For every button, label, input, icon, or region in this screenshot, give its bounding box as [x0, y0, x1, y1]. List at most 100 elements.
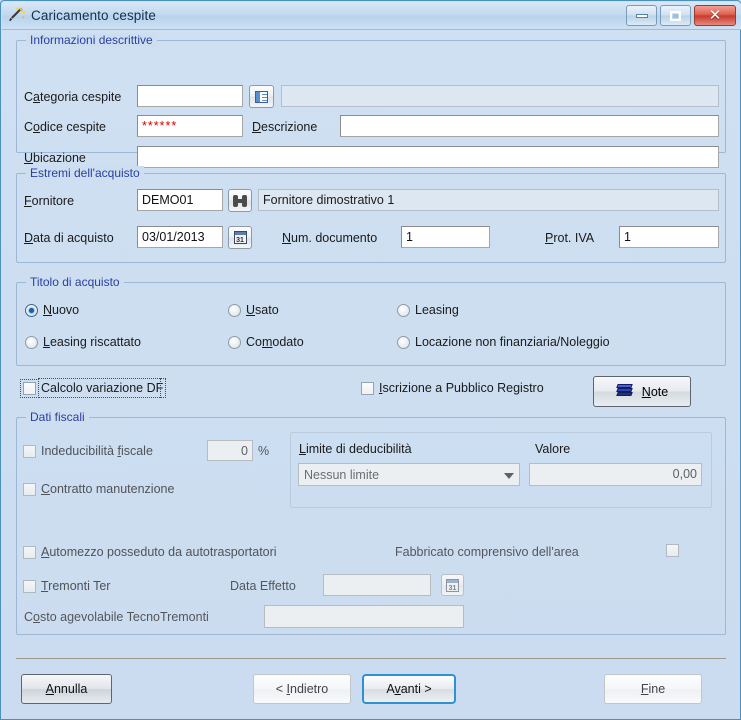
group-legend-descriptive: Informazioni descrittive	[26, 33, 157, 47]
calendar-icon: 31	[233, 231, 247, 244]
fine-button-label: Fine	[640, 682, 666, 696]
checkbox-label-calcolo-variazione-df: Calcolo variazione DF	[37, 378, 167, 398]
codice-cespite-input[interactable]: ******	[137, 115, 243, 137]
label-percent-sign: %	[258, 444, 270, 458]
checkbox-box-automezzo	[23, 545, 36, 559]
fornitore-input[interactable]: DEMO01	[137, 189, 223, 211]
avanti-button-label: Avanti >	[386, 682, 432, 696]
checkbox-contratto-manutenzione[interactable]: Contratto manutenzione	[23, 482, 174, 496]
label-fornitore: Fornitore	[24, 194, 75, 208]
books-stack-icon	[616, 384, 633, 399]
indietro-button-label: < Indietro	[275, 682, 329, 696]
label-descrizione: Descrizione	[252, 120, 318, 134]
footer-separator	[16, 658, 726, 659]
chevron-down-icon	[504, 472, 514, 479]
radio-dot-usato	[228, 303, 241, 317]
list-icon	[255, 90, 268, 103]
group-legend-fiscal: Dati fiscali	[26, 410, 89, 424]
fornitore-description: Fornitore dimostrativo 1	[258, 189, 719, 211]
checkbox-box-contratto-manutenzione	[23, 482, 36, 496]
maximize-icon	[670, 10, 681, 21]
categoria-cespite-input[interactable]	[137, 85, 243, 107]
limite-deducibilita-value: Nessun limite	[304, 467, 380, 482]
caricamento-cespite-window: Caricamento cespite ✕ Informazioni descr…	[0, 0, 741, 720]
label-valore: Valore	[535, 442, 571, 456]
checkbox-tremonti-ter[interactable]: Tremonti Ter	[23, 579, 110, 593]
data-acquisto-input[interactable]: 03/01/2013	[137, 226, 223, 248]
checkbox-box-fabbricato	[666, 544, 679, 557]
indietro-button[interactable]: < Indietro	[253, 674, 351, 704]
group-legend-purchase: Estremi dell'acquisto	[26, 166, 144, 180]
checkbox-calcolo-variazione-df[interactable]: Calcolo variazione DF	[20, 378, 167, 398]
radio-dot-comodato	[228, 335, 241, 349]
data-effetto-calendar-button[interactable]: 31	[441, 574, 464, 596]
checkbox-box-indeducibilita	[23, 444, 36, 458]
radio-usato[interactable]: Usato	[228, 303, 279, 317]
annulla-button[interactable]: Annulla	[21, 674, 112, 704]
checkbox-label-automezzo: Automezzo posseduto da autotrasportatori	[41, 545, 277, 559]
label-prot-iva: Prot. IVA	[545, 231, 595, 245]
ubicazione-input[interactable]	[137, 146, 719, 168]
radio-label-nuovo: Nuovo	[43, 303, 80, 317]
close-button[interactable]: ✕	[694, 5, 736, 26]
annulla-button-label: Annulla	[45, 682, 88, 696]
maximize-button[interactable]	[660, 5, 691, 26]
label-codice-cespite: Codice cespite	[24, 120, 106, 134]
limite-deducibilita-select[interactable]: Nessun limite	[298, 463, 520, 486]
indeducibilita-percent-input[interactable]: 0	[207, 440, 253, 461]
radio-locazione-non-finanziaria[interactable]: Locazione non finanziaria/Noleggio	[397, 335, 610, 349]
group-estremi-acquisto: Estremi dell'acquisto	[16, 166, 726, 263]
categoria-lookup-button[interactable]	[249, 85, 274, 108]
label-data-acquisto: Data di acquisto	[24, 231, 114, 245]
radio-leasing[interactable]: Leasing	[397, 303, 459, 317]
radio-nuovo[interactable]: Nuovo	[25, 303, 79, 317]
prot-iva-input[interactable]: 1	[619, 226, 719, 248]
group-legend-title-of-purchase: Titolo di acquisto	[26, 275, 124, 289]
radio-label-leasing-riscattato: Leasing riscattato	[43, 335, 141, 349]
valore-input[interactable]: 0,00	[529, 463, 702, 486]
checkbox-box-iscrizione	[361, 381, 374, 395]
label-categoria-cespite: Categoria cespite	[24, 90, 122, 104]
note-button[interactable]: Note	[593, 376, 691, 407]
wizard-wand-icon	[8, 6, 26, 25]
fine-button[interactable]: Fine	[604, 674, 702, 704]
checkbox-label-tremonti-ter: Tremonti Ter	[41, 579, 111, 593]
group-titolo-acquisto: Titolo di acquisto	[16, 275, 726, 366]
checkbox-iscrizione-pubblico-registro[interactable]: Iscrizione a Pubblico Registro	[361, 381, 544, 395]
radio-dot-leasing-riscattato	[25, 335, 38, 349]
label-fabbricato-comprensivo-area: Fabbricato comprensivo dell'area	[395, 545, 579, 559]
checkbox-box-tremonti-ter	[23, 579, 36, 593]
categoria-cespite-description	[281, 85, 719, 107]
radio-dot-leasing	[397, 303, 410, 317]
descrizione-input[interactable]	[340, 115, 719, 137]
num-documento-input[interactable]: 1	[401, 226, 490, 248]
radio-label-leasing: Leasing	[415, 303, 459, 317]
radio-leasing-riscattato[interactable]: Leasing riscattato	[25, 335, 141, 349]
minimize-button[interactable]	[626, 5, 657, 26]
radio-dot-locazione	[397, 335, 410, 349]
label-data-effetto: Data Effetto	[230, 579, 296, 593]
calendar-icon: 31	[446, 578, 459, 592]
window-titlebar[interactable]: Caricamento cespite ✕	[2, 2, 741, 30]
binoculars-icon	[233, 194, 247, 207]
checkbox-label-iscrizione: Iscrizione a Pubblico Registro	[379, 381, 544, 395]
label-limite-deducibilita: Limite di deducibilità	[299, 442, 412, 456]
radio-label-locazione: Locazione non finanziaria/Noleggio	[415, 335, 610, 349]
fornitore-search-button[interactable]	[228, 189, 252, 212]
costo-agevolabile-input[interactable]	[264, 605, 464, 628]
checkbox-fabbricato-comprensivo-area[interactable]	[666, 544, 684, 557]
note-button-label: Note	[641, 384, 669, 399]
close-icon: ✕	[708, 7, 722, 24]
data-effetto-input[interactable]	[323, 574, 431, 596]
avanti-button[interactable]: Avanti >	[362, 674, 456, 704]
radio-label-usato: Usato	[246, 303, 279, 317]
radio-label-comodato: Comodato	[246, 335, 304, 349]
checkbox-indeducibilita-fiscale[interactable]: Indeducibilità fiscale	[23, 444, 153, 458]
data-acquisto-calendar-button[interactable]: 31	[228, 226, 252, 249]
minimize-icon	[635, 13, 648, 18]
label-costo-agevolabile: Costo agevolabile TecnoTremonti	[24, 610, 209, 624]
radio-comodato[interactable]: Comodato	[228, 335, 304, 349]
checkbox-box-calcolo-variazione-df	[20, 378, 39, 398]
checkbox-automezzo-autotrasportatori[interactable]: Automezzo posseduto da autotrasportatori	[23, 545, 277, 559]
window-title: Caricamento cespite	[31, 8, 156, 23]
